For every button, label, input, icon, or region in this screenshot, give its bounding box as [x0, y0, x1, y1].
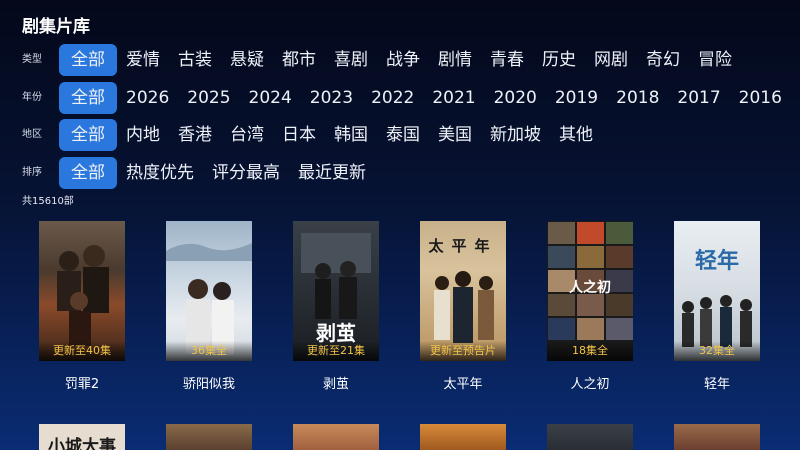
poster-image: 36集全 [166, 221, 252, 361]
poster-art [166, 243, 252, 355]
filter-options-type: 全部 爱情 古装 悬疑 都市 喜剧 战争 剧情 青春 历史 网剧 奇幻 冒险 [59, 44, 741, 76]
filter-row-year: 年份 全部 2026 2025 2024 2023 2022 2021 2020… [0, 82, 800, 114]
poster-image: 人之初 18集全 [547, 221, 633, 361]
filter-option-sort[interactable]: 评分最高 [203, 157, 289, 189]
episode-badge: 36集全 [166, 341, 252, 361]
show-title: 太平年 [443, 377, 483, 392]
filter-option-year[interactable]: 2018 [607, 82, 668, 114]
episode-badge: 更新至预告片 [420, 341, 506, 361]
filter-option-year[interactable]: 2021 [423, 82, 484, 114]
filter-option-sort[interactable]: 热度优先 [117, 157, 203, 189]
poster-image: 太平年 更新至预告片 [420, 221, 506, 361]
poster-image: 剥茧 更新至21集 [293, 221, 379, 361]
show-card-partial[interactable] [293, 424, 379, 450]
filter-option-sort[interactable]: 最近更新 [289, 157, 375, 189]
episode-badge: 更新至40集 [39, 341, 125, 361]
filter-row-region: 地区 全部 内地 香港 台湾 日本 韩国 泰国 美国 新加坡 其他 [0, 119, 800, 151]
poster-title-text: 轻年 [694, 249, 739, 274]
poster-image: 更新至40集 [39, 221, 125, 361]
poster-art [682, 295, 752, 347]
filter-option-year[interactable]: 2024 [240, 82, 301, 114]
show-title: 骄阳似我 [182, 377, 235, 392]
filter-option-type[interactable]: 悬疑 [221, 44, 273, 76]
filter-label-region: 地区 [22, 129, 42, 140]
filter-option-region[interactable]: 韩国 [325, 119, 377, 151]
show-card-partial[interactable] [674, 424, 760, 450]
episode-badge: 18集全 [547, 341, 633, 361]
filter-option-type[interactable]: 网剧 [585, 44, 637, 76]
poster-image: 轻年 32集全 [674, 221, 760, 361]
filter-option-sort-all[interactable]: 全部 [59, 157, 117, 189]
filter-option-type[interactable]: 古装 [169, 44, 221, 76]
show-title: 人之初 [570, 377, 610, 392]
filter-label-type: 类型 [22, 54, 42, 65]
filter-row-type: 类型 全部 爱情 古装 悬疑 都市 喜剧 战争 剧情 青春 历史 网剧 奇幻 冒… [0, 44, 800, 76]
show-card[interactable]: 36集全 骄阳似我 [166, 221, 252, 392]
show-card-partial[interactable] [166, 424, 252, 450]
filter-option-type[interactable]: 青春 [481, 44, 533, 76]
filter-option-year[interactable]: 2016 [730, 82, 791, 114]
show-card-partial[interactable] [420, 424, 506, 450]
show-card-partial[interactable]: 小城大事 [39, 424, 125, 450]
show-card[interactable]: 更新至40集 罚罪2 [39, 221, 125, 392]
filter-option-region[interactable]: 新加坡 [481, 119, 550, 151]
filter-option-type[interactable]: 历史 [533, 44, 585, 76]
filter-options-sort: 全部 热度优先 评分最高 最近更新 [59, 157, 375, 189]
filter-option-type[interactable]: 爱情 [117, 44, 169, 76]
filter-row-sort: 排序 全部 热度优先 评分最高 最近更新 [0, 157, 800, 189]
filter-option-type-all[interactable]: 全部 [59, 44, 117, 76]
filter-option-year[interactable]: 2022 [362, 82, 423, 114]
poster-title-text: 小城大事 [48, 437, 116, 450]
filter-option-region[interactable]: 日本 [273, 119, 325, 151]
filter-option-region[interactable]: 泰国 [377, 119, 429, 151]
poster-title-text: 太平年 [428, 237, 498, 255]
filter-option-region[interactable]: 香港 [169, 119, 221, 151]
filter-label-year: 年份 [22, 92, 42, 103]
filter-option-type[interactable]: 战争 [377, 44, 429, 76]
filter-option-region[interactable]: 台湾 [221, 119, 273, 151]
show-card[interactable]: 剥茧 更新至21集 剥茧 [293, 221, 379, 392]
filter-option-year[interactable]: 2017 [668, 82, 729, 114]
filter-option-region[interactable]: 内地 [117, 119, 169, 151]
filter-option-region-all[interactable]: 全部 [59, 119, 117, 151]
show-card[interactable]: 人之初 18集全 人之初 [547, 221, 633, 392]
filter-option-type[interactable]: 冒险 [689, 44, 741, 76]
show-card-partial[interactable] [547, 424, 633, 450]
result-count: 共15610部 [22, 196, 74, 207]
filter-option-year[interactable]: 2020 [485, 82, 546, 114]
filter-label-sort: 排序 [22, 167, 42, 178]
filter-option-year[interactable]: 2023 [301, 82, 362, 114]
filter-option-year[interactable]: 2019 [546, 82, 607, 114]
show-card[interactable]: 太平年 更新至预告片 太平年 [420, 221, 506, 392]
poster-title-text: 人之初 [569, 280, 611, 296]
filter-option-type[interactable]: 喜剧 [325, 44, 377, 76]
episode-badge: 更新至21集 [293, 341, 379, 361]
filter-option-type[interactable]: 剧情 [429, 44, 481, 76]
show-card[interactable]: 轻年 32集全 轻年 [674, 221, 760, 392]
filter-options-region: 全部 内地 香港 台湾 日本 韩国 泰国 美国 新加坡 其他 [59, 119, 602, 151]
filter-option-year[interactable]: 2026 [117, 82, 178, 114]
page-title: 剧集片库 [22, 17, 90, 37]
poster-art [57, 245, 109, 346]
filter-option-year-all[interactable]: 全部 [59, 82, 117, 114]
filter-option-region[interactable]: 美国 [429, 119, 481, 151]
filter-options-year: 全部 2026 2025 2024 2023 2022 2021 2020 20… [59, 82, 791, 114]
show-title: 轻年 [703, 377, 730, 392]
episode-badge: 32集全 [674, 341, 760, 361]
filter-option-type[interactable]: 都市 [273, 44, 325, 76]
show-title: 罚罪2 [64, 377, 100, 392]
show-title: 剥茧 [322, 377, 349, 392]
filter-option-type[interactable]: 奇幻 [637, 44, 689, 76]
filter-option-region[interactable]: 其他 [550, 119, 602, 151]
filter-option-year[interactable]: 2025 [178, 82, 239, 114]
